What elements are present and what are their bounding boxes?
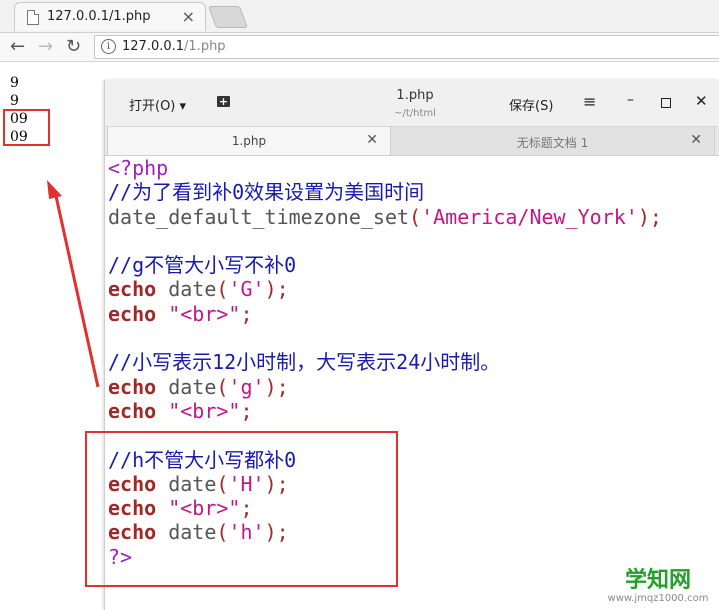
annotation-arrow xyxy=(47,180,100,388)
watermark-logo-text: 学知网 xyxy=(624,568,691,593)
arrow-head xyxy=(47,180,62,199)
arrow-shaft xyxy=(54,195,100,388)
watermark: 学知网 www.jmqz1000.com xyxy=(598,569,718,605)
watermark-url: www.jmqz1000.com xyxy=(607,593,709,604)
